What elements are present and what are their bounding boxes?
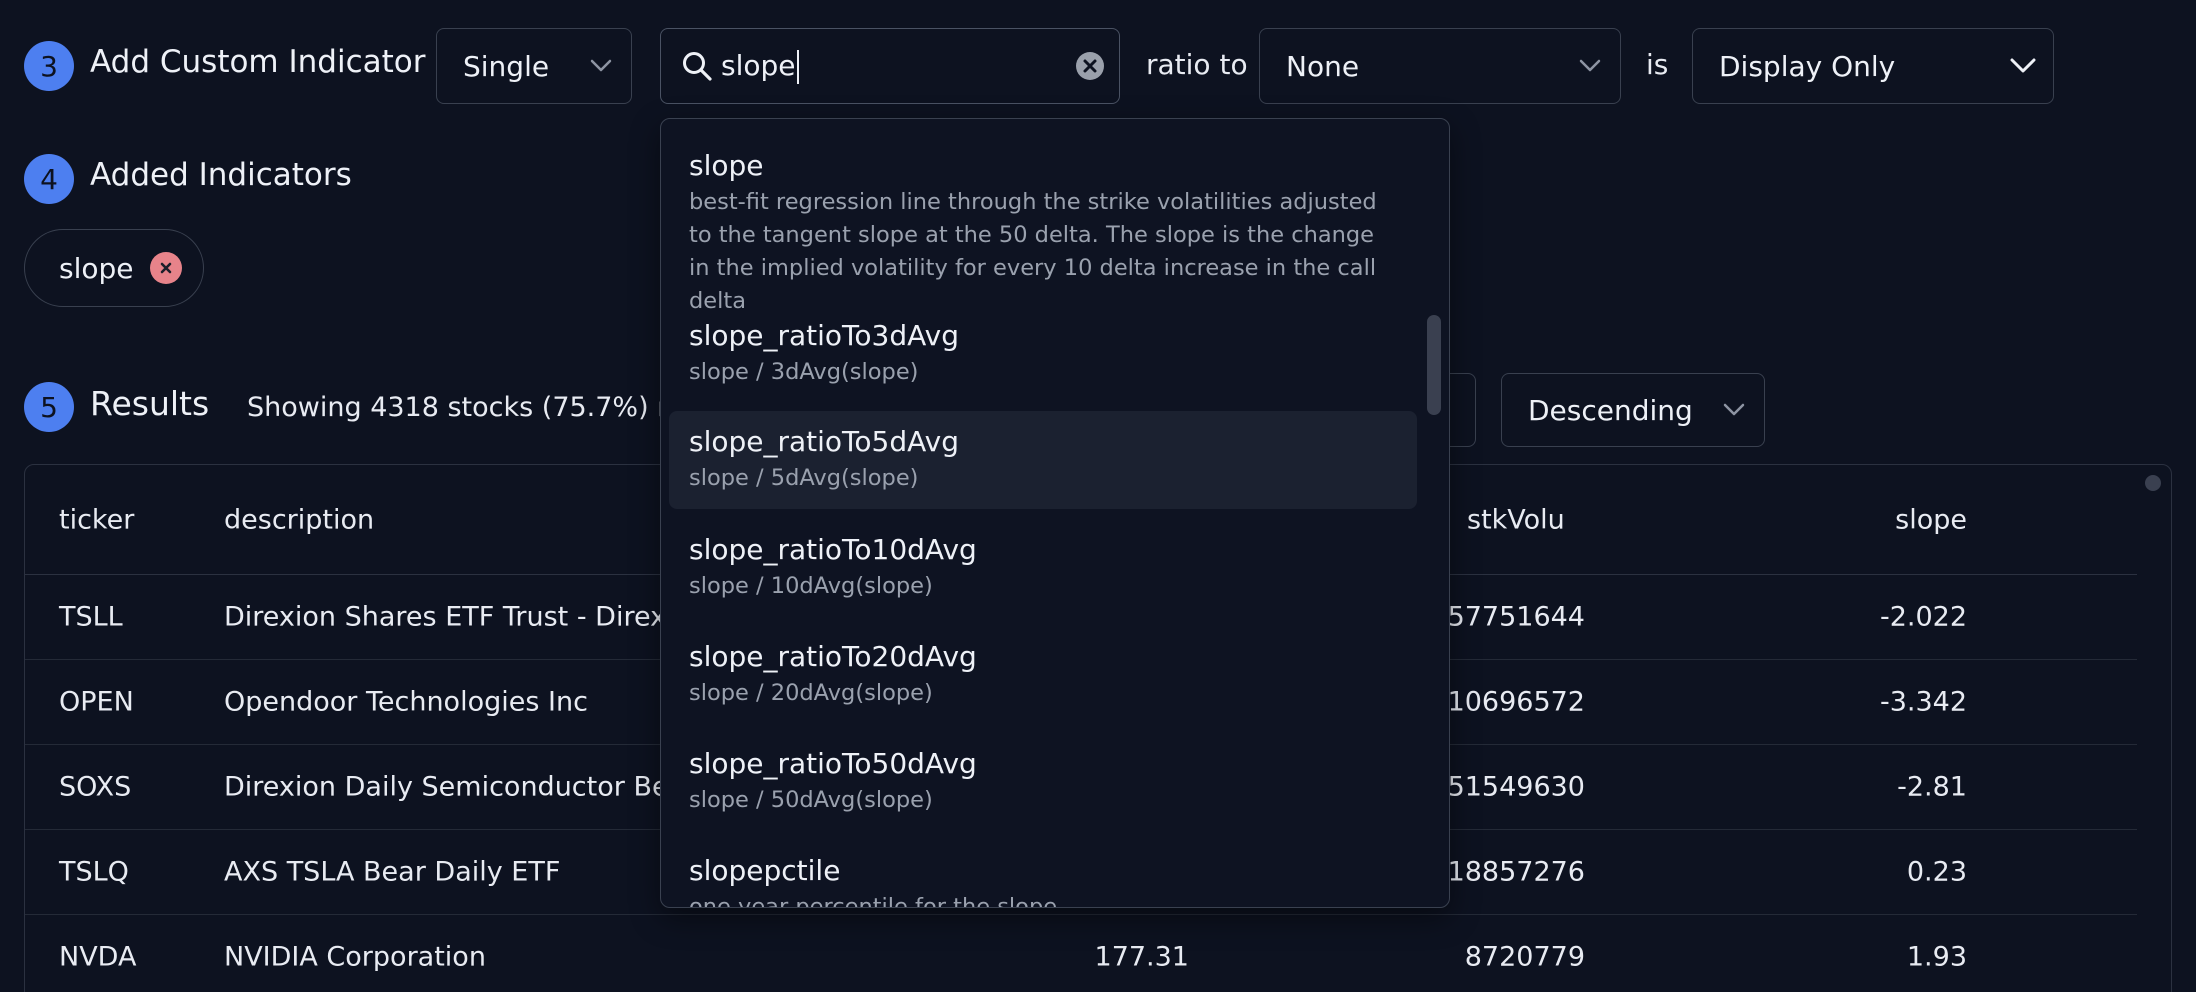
suggestion-item[interactable]: slopepctile one year percentile for the … — [669, 854, 1417, 908]
column-header-description[interactable]: description — [224, 504, 374, 535]
suggestion-name: slope_ratioTo5dAvg — [689, 425, 959, 458]
cell-volume: 8720779 — [1464, 941, 1585, 973]
added-indicators-title: Added Indicators — [90, 157, 352, 193]
suggestion-description: best-fit regression line through the str… — [689, 189, 1377, 314]
chevron-down-icon — [1993, 58, 2053, 74]
ratio-to-label: ratio to — [1146, 48, 1248, 81]
cell-price: 177.31 — [1094, 941, 1189, 973]
suggestion-description: slope / 50dAvg(slope) — [689, 787, 933, 813]
dropdown-scrollbar[interactable] — [1427, 315, 1441, 415]
indicator-suggestions-dropdown: slope best-fit regression line through t… — [660, 118, 1450, 908]
suggestion-description: slope / 5dAvg(slope) — [689, 465, 919, 491]
clear-search-icon[interactable] — [1061, 51, 1119, 81]
cell-description: Direxion Shares ETF Trust - Direxio — [224, 601, 691, 633]
ratio-select-value: None — [1286, 49, 1360, 83]
cell-volume: 51549630 — [1447, 771, 1585, 803]
step-badge-5: 5 — [24, 382, 74, 432]
suggestion-name: slope — [689, 149, 764, 182]
suggestion-name: slope_ratioTo20dAvg — [689, 640, 977, 673]
suggestion-item[interactable]: slope_ratioTo10dAvg slope / 10dAvg(slope… — [669, 533, 1417, 603]
add-indicator-title: Add Custom Indicator — [90, 44, 426, 80]
cell-volume: 18857276 — [1447, 856, 1585, 888]
cell-ticker: NVDA — [59, 941, 137, 973]
remove-indicator-icon[interactable] — [149, 252, 182, 284]
is-label: is — [1646, 48, 1669, 81]
cell-ticker: OPEN — [59, 686, 134, 718]
suggestion-name: slope_ratioTo10dAvg — [689, 533, 977, 566]
screener-page: 3 Add Custom Indicator Single slope rati… — [0, 0, 2196, 992]
type-select[interactable]: Single — [436, 28, 632, 104]
cell-slope: -3.342 — [1879, 686, 1967, 718]
column-header-slope[interactable]: slope — [1895, 504, 1967, 535]
search-value: slope — [721, 48, 796, 82]
sort-order-value: Descending — [1528, 393, 1693, 427]
cell-description: Direxion Daily Semiconductor Bear — [224, 771, 697, 803]
suggestion-item[interactable]: slope best-fit regression line through t… — [669, 149, 1417, 318]
results-title: Results — [90, 384, 210, 423]
chevron-down-icon — [1560, 59, 1620, 73]
indicator-search-input[interactable]: slope — [660, 28, 1120, 104]
step-badge-3: 3 — [24, 41, 74, 91]
suggestion-name: slope_ratioTo3dAvg — [689, 319, 959, 352]
column-header-stock-volume[interactable]: stkVolu — [1467, 504, 1565, 535]
suggestion-item[interactable]: slope_ratioTo3dAvg slope / 3dAvg(slope) — [669, 319, 1417, 389]
type-select-value: Single — [463, 49, 550, 83]
suggestion-description: slope / 10dAvg(slope) — [689, 573, 933, 599]
ratio-select[interactable]: None — [1259, 28, 1621, 104]
cell-volume: 57751644 — [1447, 601, 1585, 633]
suggestion-name: slopepctile — [689, 854, 841, 887]
suggestion-description: slope / 20dAvg(slope) — [689, 680, 933, 706]
step-badge-4: 4 — [24, 154, 74, 204]
suggestion-item[interactable]: slope_ratioTo50dAvg slope / 50dAvg(slope… — [669, 747, 1417, 817]
cell-volume: 10696572 — [1447, 686, 1585, 718]
cell-slope: -2.81 — [1897, 771, 1967, 803]
cell-description: NVIDIA Corporation — [224, 941, 486, 973]
text-caret — [796, 49, 799, 84]
results-summary: Showing 4318 stocks (75.7%) mee — [247, 392, 717, 423]
suggestion-item[interactable]: slope_ratioTo20dAvg slope / 20dAvg(slope… — [669, 640, 1417, 710]
indicator-chip: slope — [24, 229, 204, 307]
search-icon — [661, 50, 717, 82]
suggestion-item-highlighted[interactable]: slope_ratioTo5dAvg slope / 5dAvg(slope) — [669, 411, 1417, 509]
cell-slope: 0.23 — [1906, 856, 1967, 888]
chevron-down-icon — [1704, 403, 1764, 417]
column-header-ticker[interactable]: ticker — [59, 504, 134, 535]
cell-description: Opendoor Technologies Inc — [224, 686, 588, 718]
mode-select-value: Display Only — [1719, 49, 1896, 83]
chevron-down-icon — [571, 59, 631, 73]
mode-select[interactable]: Display Only — [1692, 28, 2054, 104]
cell-ticker: SOXS — [59, 771, 132, 803]
suggestion-name: slope_ratioTo50dAvg — [689, 747, 977, 780]
table-row[interactable]: NVDA NVIDIA Corporation 177.31 8720779 1… — [25, 915, 2137, 992]
cell-description: AXS TSLA Bear Daily ETF — [224, 856, 561, 888]
cell-slope: 1.93 — [1906, 941, 1967, 973]
table-scrollbar[interactable] — [2145, 475, 2161, 491]
cell-ticker: TSLL — [59, 601, 123, 633]
sort-order-select[interactable]: Descending — [1501, 373, 1765, 447]
suggestion-description: one year percentile for the slope — [689, 894, 1058, 908]
suggestion-description: slope / 3dAvg(slope) — [689, 359, 919, 385]
indicator-chip-label: slope — [59, 251, 134, 285]
cell-ticker: TSLQ — [59, 856, 129, 888]
cell-slope: -2.022 — [1879, 601, 1967, 633]
